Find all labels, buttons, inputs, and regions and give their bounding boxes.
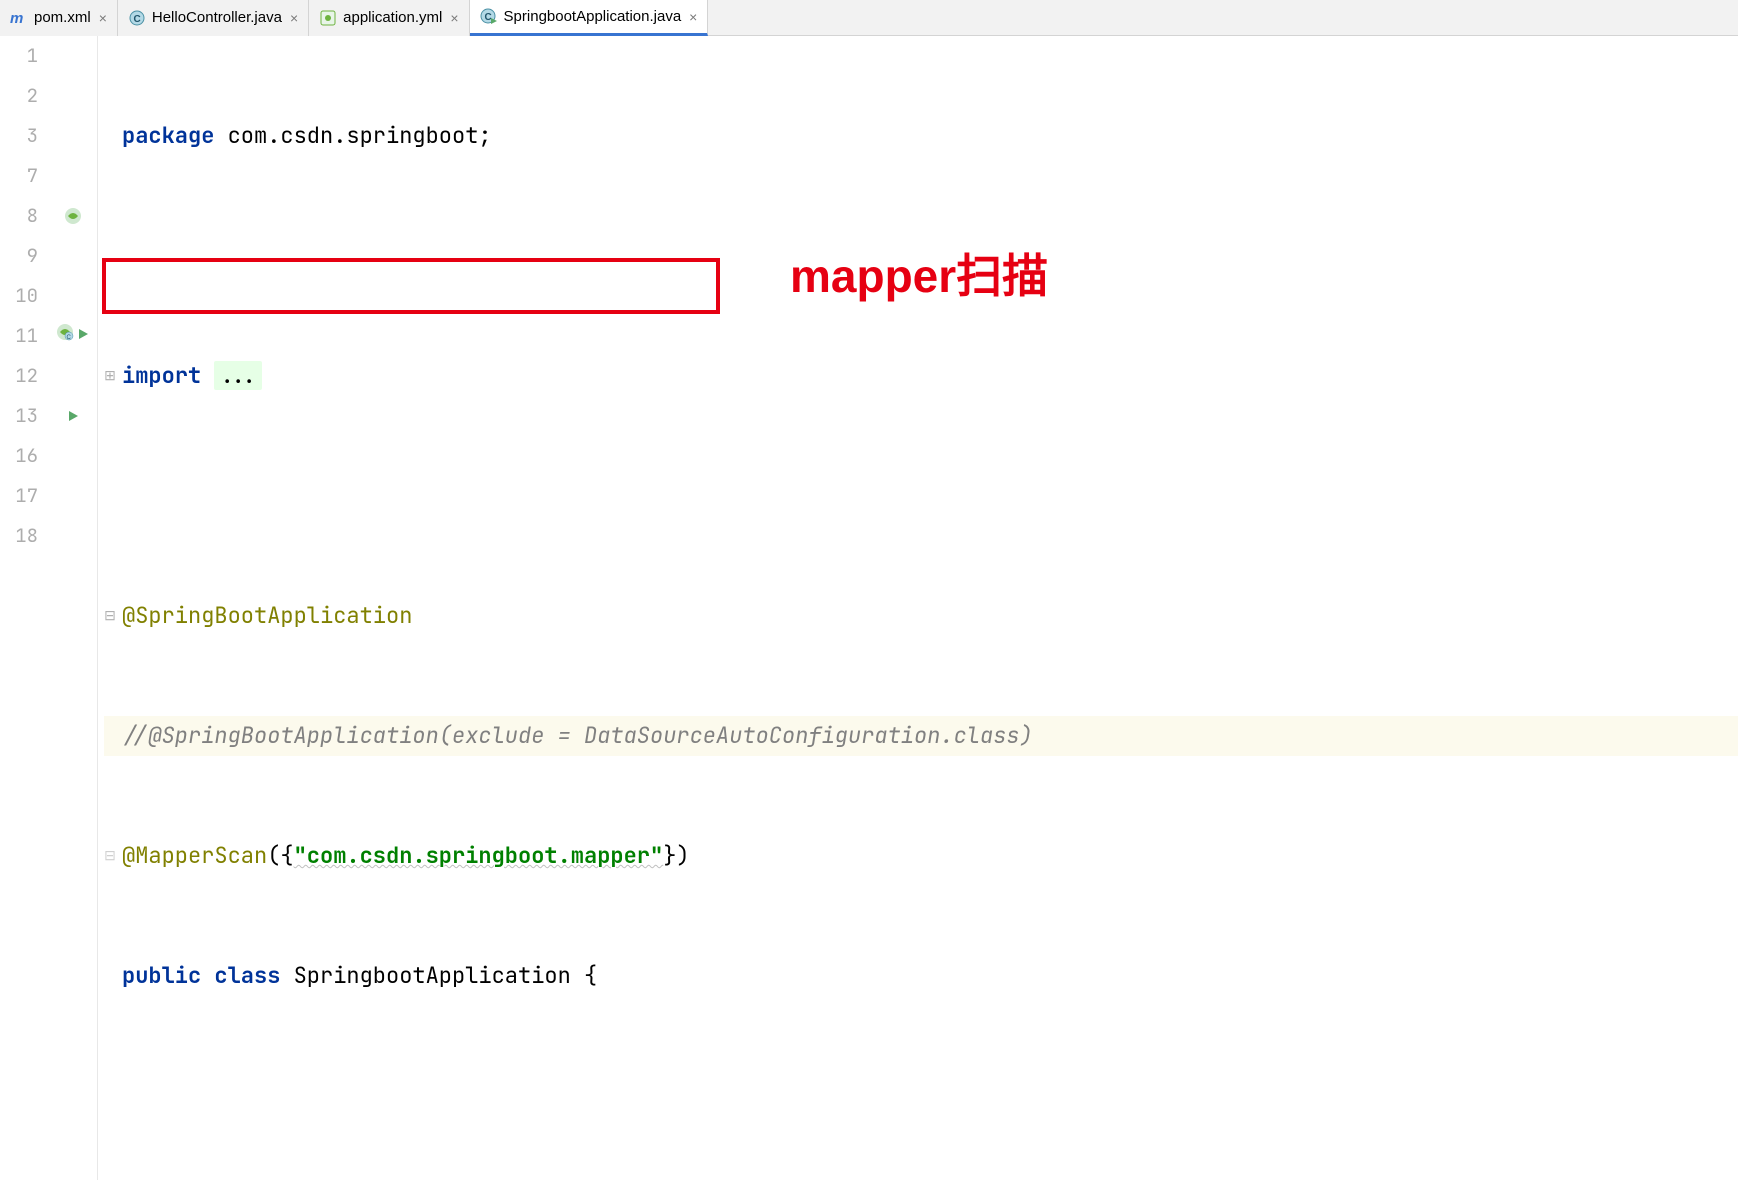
fold-expand-icon[interactable]: ⊞ xyxy=(104,356,116,396)
tab-bar: m pom.xml × C HelloController.java × app… xyxy=(0,0,1738,36)
line-number: 3 xyxy=(0,116,38,156)
code-line: ⊟ @SpringBootApplication xyxy=(104,596,1738,636)
spring-bean-icon[interactable] xyxy=(48,196,97,236)
code-line xyxy=(104,1076,1738,1116)
line-number: 11 xyxy=(0,316,38,356)
line-number-gutter: 1 2 3 7 8 9 10 11 12 13 16 17 18 xyxy=(0,36,48,1180)
svg-text:C: C xyxy=(133,14,140,25)
code-line: ⊞ import ... xyxy=(104,356,1738,396)
run-icon[interactable] xyxy=(48,396,97,436)
code-line: package com.csdn.springboot; xyxy=(104,116,1738,156)
line-number: 2 xyxy=(0,76,38,116)
tab-label: application.yml xyxy=(343,9,442,26)
fold-collapse-icon[interactable]: ⊟ xyxy=(104,836,116,876)
code-line xyxy=(104,476,1738,516)
tab-pom-xml[interactable]: m pom.xml × xyxy=(0,0,118,36)
tab-application-yml[interactable]: application.yml × xyxy=(309,0,469,36)
tab-label: pom.xml xyxy=(34,9,91,26)
java-class-icon: C xyxy=(128,9,146,27)
line-number: 9 xyxy=(0,236,38,276)
gutter-icons: C xyxy=(48,36,98,1180)
maven-icon: m xyxy=(10,9,28,27)
line-number: 10 xyxy=(0,276,38,316)
tab-springboot-application[interactable]: C SpringbootApplication.java × xyxy=(470,0,709,36)
code-line: public class SpringbootApplication { xyxy=(104,956,1738,996)
run-icon[interactable] xyxy=(76,316,90,356)
ide-editor: m pom.xml × C HelloController.java × app… xyxy=(0,0,1738,590)
spring-bean-icon[interactable]: C xyxy=(56,316,74,356)
tab-label: HelloController.java xyxy=(152,9,282,26)
line-number: 7 xyxy=(0,156,38,196)
close-icon[interactable]: × xyxy=(450,10,458,26)
close-icon[interactable]: × xyxy=(99,10,107,26)
line-number: 17 xyxy=(0,476,38,516)
line-number: 8 xyxy=(0,196,38,236)
close-icon[interactable]: × xyxy=(689,9,697,25)
close-icon[interactable]: × xyxy=(290,10,298,26)
yml-icon xyxy=(319,9,337,27)
line-number: 12 xyxy=(0,356,38,396)
line-number: 18 xyxy=(0,516,38,556)
java-run-icon: C xyxy=(480,8,498,26)
code-area[interactable]: package com.csdn.springboot; ⊞ import ..… xyxy=(98,36,1738,1180)
code-line xyxy=(104,236,1738,276)
code-line: //@SpringBootApplication(exclude = DataS… xyxy=(104,716,1738,756)
fold-collapse-icon[interactable]: ⊟ xyxy=(104,596,116,636)
tab-label: SpringbootApplication.java xyxy=(504,8,682,25)
code-line: ⊟ @MapperScan({"com.csdn.springboot.mapp… xyxy=(104,836,1738,876)
svg-text:C: C xyxy=(484,12,491,23)
line-number: 1 xyxy=(0,36,38,76)
line-number: 13 xyxy=(0,396,38,436)
line-number: 16 xyxy=(0,436,38,476)
svg-text:C: C xyxy=(66,335,71,341)
tab-hello-controller[interactable]: C HelloController.java × xyxy=(118,0,309,36)
editor-body: 1 2 3 7 8 9 10 11 12 13 16 17 18 xyxy=(0,36,1738,1180)
svg-text:m: m xyxy=(10,10,23,27)
